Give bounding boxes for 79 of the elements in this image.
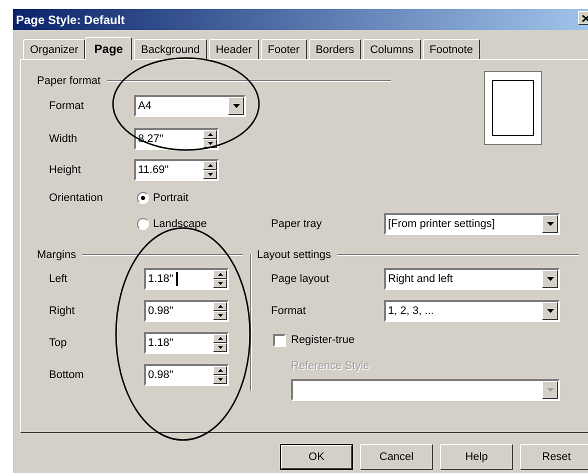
section-heading: Margins: [37, 249, 76, 261]
spin-up-button[interactable]: [213, 366, 227, 375]
dropdown-button[interactable]: [228, 97, 244, 115]
triangle-down-icon: [208, 142, 212, 145]
dialog-button[interactable]: Cancel: [360, 444, 433, 470]
field-label: Paper tray: [271, 218, 323, 230]
spin-down-button[interactable]: [213, 375, 227, 384]
radio-button[interactable]: [137, 218, 149, 230]
field-label: Width: [49, 133, 78, 145]
dropdown[interactable]: [291, 379, 560, 401]
spin-up-button[interactable]: [213, 302, 227, 311]
tab[interactable]: Footnote: [422, 39, 480, 59]
radio-label: Portrait: [153, 192, 188, 204]
window-title: Page Style: Default: [15, 12, 125, 26]
dropdown-button[interactable]: [542, 215, 558, 233]
tab[interactable]: Organizer: [23, 39, 86, 59]
tab[interactable]: Page: [85, 37, 132, 60]
tab[interactable]: Borders: [308, 39, 362, 59]
tab[interactable]: Footer: [260, 39, 307, 59]
triangle-down-icon: [208, 173, 212, 176]
triangle-up-icon: [208, 164, 212, 167]
caret-icon: [546, 277, 554, 281]
spin-up-button[interactable]: [203, 161, 217, 170]
field-label: Page layout: [271, 273, 330, 285]
triangle-down-icon: [218, 282, 222, 285]
checkbox-label: Register-true: [291, 334, 355, 346]
checkbox[interactable]: [273, 334, 286, 346]
close-icon: [582, 14, 588, 22]
dropdown[interactable]: A4: [134, 95, 246, 117]
section-heading: Layout settings: [257, 249, 331, 261]
triangle-down-icon: [218, 314, 222, 317]
caret-icon: [546, 222, 554, 226]
tab[interactable]: Columns: [363, 39, 421, 59]
field-label: Top: [49, 337, 68, 349]
triangle-up-icon: [208, 133, 212, 136]
triangle-up-icon: [218, 369, 222, 372]
radio-button[interactable]: [137, 192, 149, 204]
field-label: Format: [49, 100, 85, 112]
triangle-up-icon: [218, 337, 222, 340]
spin-down-button[interactable]: [213, 279, 227, 288]
dialog-button[interactable]: Help: [440, 444, 513, 470]
spin-box[interactable]: 1.18": [144, 268, 229, 290]
tab[interactable]: Background: [134, 39, 207, 59]
spin-down-button[interactable]: [203, 139, 217, 148]
spin-up-button[interactable]: [213, 334, 227, 343]
dropdown-button[interactable]: [542, 381, 558, 399]
dropdown[interactable]: [From printer settings]: [384, 213, 560, 235]
tab[interactable]: Header: [208, 39, 259, 59]
triangle-up-icon: [218, 305, 222, 308]
caret-icon: [232, 104, 240, 108]
field-label: Left: [49, 273, 68, 285]
dialog-button[interactable]: OK: [280, 444, 353, 470]
spin-box[interactable]: 8.27": [134, 128, 219, 150]
spin-box[interactable]: 0.98": [144, 364, 229, 386]
triangle-up-icon: [218, 273, 222, 276]
field-label: Orientation: [49, 192, 104, 204]
spin-box[interactable]: 1.18": [144, 332, 229, 354]
field-label: Format: [271, 305, 307, 317]
triangle-down-icon: [218, 378, 222, 381]
dialog-button[interactable]: Reset: [520, 444, 588, 470]
dropdown[interactable]: 1, 2, 3, ...: [384, 300, 560, 322]
field-label: Right: [49, 305, 76, 317]
caret-icon: [546, 388, 554, 392]
spin-box[interactable]: 0.98": [144, 300, 229, 322]
spin-down-button[interactable]: [213, 343, 227, 352]
field-label: Bottom: [49, 369, 85, 381]
spin-up-button[interactable]: [203, 130, 217, 139]
dropdown-button[interactable]: [542, 302, 558, 320]
spin-down-button[interactable]: [203, 170, 217, 179]
spin-up-button[interactable]: [213, 270, 227, 279]
section-heading: Paper format: [37, 75, 101, 87]
spin-down-button[interactable]: [213, 311, 227, 320]
spin-box[interactable]: 11.69": [134, 159, 219, 181]
radio-label: Landscape: [153, 218, 207, 230]
field-label: Height: [49, 164, 82, 176]
caret-icon: [546, 309, 554, 313]
dropdown[interactable]: Right and left: [384, 268, 560, 290]
triangle-down-icon: [218, 346, 222, 349]
dropdown-button[interactable]: [542, 270, 558, 288]
